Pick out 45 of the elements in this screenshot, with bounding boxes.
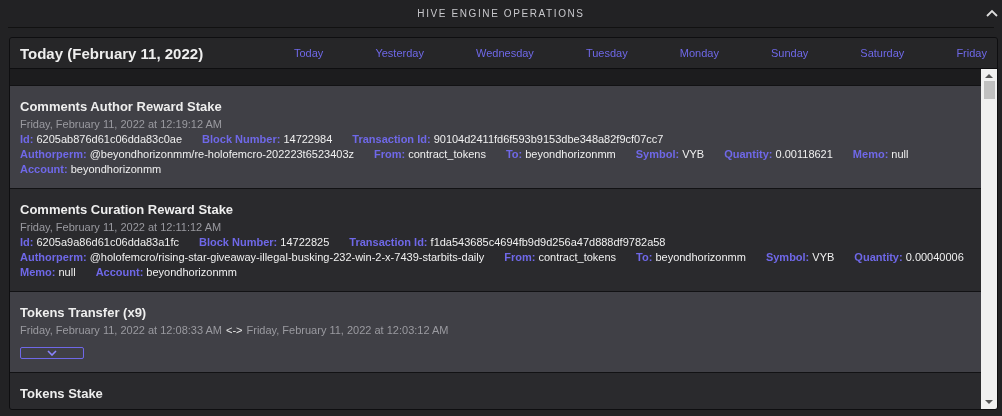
operation-field: Id: 6205a9a86d61c06dda83a1fc — [20, 236, 180, 248]
operation-field: Quantity: 0.00040006 — [854, 251, 964, 263]
operation-field: Memo: null — [852, 148, 909, 160]
chevron-icon[interactable] — [986, 9, 998, 17]
operation-field: To: beyondhorizonmm — [636, 251, 746, 263]
day-tab[interactable]: Sunday — [770, 47, 809, 59]
operation-date: Friday, February 11, 2022 at 12:19:12 AM — [20, 118, 223, 130]
day-tab[interactable]: Today — [294, 47, 324, 59]
operation-field: Account: beyondhorizonmm — [95, 266, 237, 278]
operation-field: Account: beyondhorizonmm — [20, 163, 162, 175]
operation-field: Memo: null — [20, 266, 76, 278]
operation-title: Comments Author Reward Stake — [20, 99, 223, 114]
day-tab[interactable]: Saturday — [860, 47, 905, 59]
day-tab[interactable]: Monday — [679, 47, 719, 59]
operation-field: From: contract_tokens — [504, 251, 617, 263]
operation-field: Authorperm: @beyondhorizonmm/re-holofemcro-202223t6523403z — [20, 148, 354, 160]
operation-field: From: contract_tokens — [374, 148, 486, 160]
operation-field: Transaction Id: f1da543685c4694fb9d9d256a47d888df9782a58 — [349, 236, 666, 248]
day-tab[interactable]: Yesterday — [375, 47, 424, 59]
section-title: HIVE ENGINE OPERATIONS — [417, 8, 585, 19]
operation-field: Quantity: 0.00118621 — [724, 148, 833, 160]
panel-title: Today (February 11, 2022) — [20, 44, 205, 62]
day-tab[interactable]: Tuesday — [585, 47, 628, 59]
operation-date: Friday, February 11, 2022 at 12:03:12 AM — [246, 324, 449, 336]
range-separator: <-> — [226, 324, 243, 336]
operation-field: To: beyondhorizonmm — [505, 148, 616, 160]
day-tab[interactable]: Wednesday — [476, 47, 534, 59]
operation-date: Friday, February 11, 2022 at 12:11:12 AM — [20, 221, 223, 233]
operation-title: Comments Curation Reward Stake — [20, 202, 235, 217]
scroll-down-icon[interactable] — [985, 399, 993, 405]
operation-date: Friday, February 11, 2022 at 12:08:33 AM — [20, 324, 222, 336]
operation-field: Authorperm: @holofemcro/rising-star-giveaway-illegal-busking-232-win-2-x-7439-starbits-daily — [20, 251, 485, 263]
scrollbar-thumb[interactable] — [983, 81, 995, 99]
operation-field: Block Number: 14722825 — [199, 236, 330, 248]
operation-title: Tokens Transfer (x9) — [20, 305, 148, 320]
operation-title: Tokens Stake — [20, 386, 104, 401]
scroll-up-icon[interactable] — [985, 73, 993, 79]
operation-field: Block Number: 14722984 — [202, 133, 333, 145]
operation-field: Transaction Id: 90104d2411fd6f593b9153dbe348a82f9cf07cc7 — [352, 133, 664, 145]
operation-field: Id: 6205ab876d61c06dda83c0ae — [20, 133, 183, 145]
chevron-icon — [47, 350, 57, 356]
operation-field: Symbol: VYB — [635, 148, 705, 160]
scrollbar[interactable] — [981, 69, 997, 409]
operation-field: Symbol: VYB — [765, 251, 835, 263]
day-tab[interactable]: Friday — [956, 47, 987, 59]
